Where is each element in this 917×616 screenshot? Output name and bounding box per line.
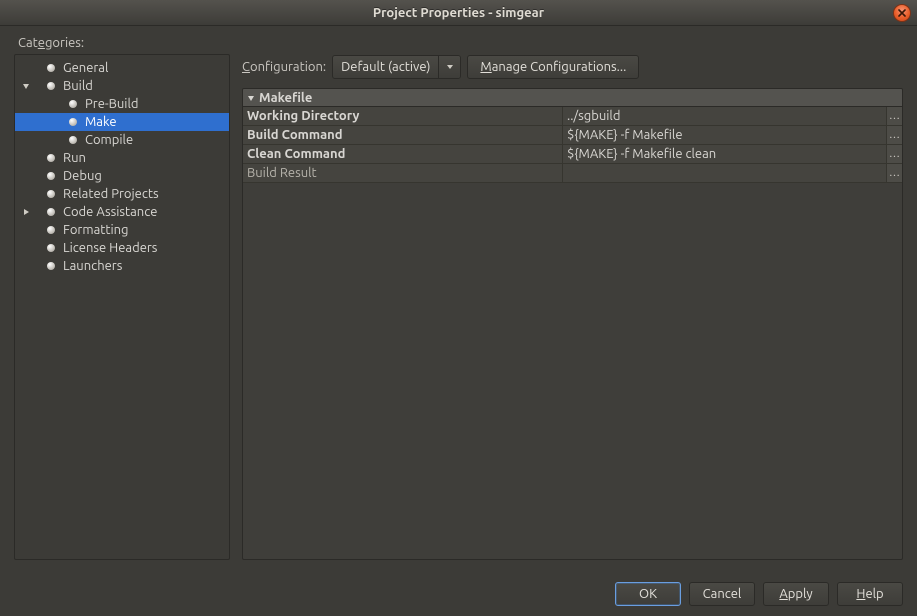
help-button[interactable]: Help — [837, 582, 903, 606]
chevron-down-icon — [245, 94, 257, 102]
combo-dropdown-button[interactable] — [438, 56, 460, 78]
configuration-label-ul: C — [242, 60, 250, 74]
ellipsis-button[interactable]: … — [886, 164, 902, 182]
bullet-icon — [69, 136, 77, 144]
tree-item-label: Debug — [63, 169, 102, 183]
chevron-down-icon — [446, 63, 454, 71]
cancel-label: Cancel — [703, 587, 742, 601]
categories-label-ul: e — [38, 36, 45, 50]
tree-item-build[interactable]: Build — [15, 77, 229, 95]
bullet-icon — [47, 262, 55, 270]
bullet-icon — [47, 172, 55, 180]
tree-item-code-assistance[interactable]: Code Assistance — [15, 203, 229, 221]
dialog-footer: OK Cancel Apply Help — [0, 570, 917, 616]
section-makefile[interactable]: Makefile — [243, 89, 902, 107]
bullet-icon — [47, 226, 55, 234]
properties-grid: Makefile Working Directory ../sgbuild … … — [242, 88, 903, 560]
tree-item-label: Related Projects — [63, 187, 159, 201]
configuration-row: Configuration: Default (active) Manage C… — [242, 54, 903, 80]
bullet-icon — [47, 244, 55, 252]
prop-working-directory[interactable]: Working Directory ../sgbuild … — [243, 107, 902, 126]
bullet-icon — [47, 208, 55, 216]
tree-item-compile[interactable]: Compile — [15, 131, 229, 149]
tree-item-label: Code Assistance — [63, 205, 157, 219]
ok-button[interactable]: OK — [615, 582, 681, 606]
help-rest: elp — [865, 587, 883, 601]
tree-item-license-headers[interactable]: License Headers — [15, 239, 229, 257]
titlebar: Project Properties - simgear — [0, 0, 917, 26]
tree-item-debug[interactable]: Debug — [15, 167, 229, 185]
window-title: Project Properties - simgear — [0, 6, 917, 20]
tree-item-pre-build[interactable]: Pre-Build — [15, 95, 229, 113]
tree-item-label: Build — [63, 79, 93, 93]
tree-item-run[interactable]: Run — [15, 149, 229, 167]
prop-value[interactable]: ${MAKE} -f Makefile clean — [563, 145, 886, 163]
ellipsis-button[interactable]: … — [886, 126, 902, 144]
prop-key: Working Directory — [243, 107, 563, 125]
categories-label-post: gories: — [45, 36, 84, 50]
chevron-down-icon[interactable] — [19, 79, 33, 93]
help-ul: H — [856, 587, 865, 601]
apply-rest: pply — [788, 587, 813, 601]
categories-tree[interactable]: General Build Pre-Build Make — [14, 54, 230, 560]
categories-label-pre: Cat — [18, 36, 38, 50]
close-button[interactable] — [893, 4, 911, 22]
manage-configurations-ul: M — [480, 60, 491, 74]
tree-item-launchers[interactable]: Launchers — [15, 257, 229, 275]
tree-item-label: Launchers — [63, 259, 122, 273]
tree-item-label: Run — [63, 151, 86, 165]
tree-item-label: Pre-Build — [85, 97, 138, 111]
prop-key: Clean Command — [243, 145, 563, 163]
ellipsis-button[interactable]: … — [886, 107, 902, 125]
prop-value[interactable] — [563, 164, 886, 182]
configuration-label-rest: onfiguration: — [250, 60, 326, 74]
bullet-icon — [69, 100, 77, 108]
manage-configurations-button[interactable]: Manage Configurations... — [467, 55, 639, 79]
prop-value[interactable]: ../sgbuild — [563, 107, 886, 125]
prop-clean-command[interactable]: Clean Command ${MAKE} -f Makefile clean … — [243, 145, 902, 164]
bullet-icon — [69, 118, 77, 126]
apply-ul: A — [779, 587, 787, 601]
cancel-button[interactable]: Cancel — [689, 582, 755, 606]
ok-label: OK — [639, 587, 657, 601]
chevron-right-icon[interactable] — [19, 205, 33, 219]
configuration-selected: Default (active) — [333, 56, 438, 78]
tree-item-label: Compile — [85, 133, 133, 147]
tree-item-formatting[interactable]: Formatting — [15, 221, 229, 239]
tree-item-label: License Headers — [63, 241, 157, 255]
prop-value[interactable]: ${MAKE} -f Makefile — [563, 126, 886, 144]
manage-configurations-rest: anage Configurations... — [492, 60, 627, 74]
prop-build-result[interactable]: Build Result … — [243, 164, 902, 183]
right-panel: Configuration: Default (active) Manage C… — [242, 54, 903, 560]
categories-label: Categories: — [18, 36, 903, 50]
tree-item-label: Make — [85, 115, 117, 129]
ellipsis-button[interactable]: … — [886, 145, 902, 163]
tree-item-general[interactable]: General — [15, 59, 229, 77]
close-icon — [898, 9, 906, 17]
tree-item-related-projects[interactable]: Related Projects — [15, 185, 229, 203]
body-row: General Build Pre-Build Make — [14, 54, 903, 560]
tree-item-label: Formatting — [63, 223, 129, 237]
bullet-icon — [47, 64, 55, 72]
tree-item-make[interactable]: Make — [15, 113, 229, 131]
tree-item-label: General — [63, 61, 108, 75]
prop-key: Build Command — [243, 126, 563, 144]
bullet-icon — [47, 82, 55, 90]
dialog-content: Categories: General Build — [0, 26, 917, 570]
bullet-icon — [47, 154, 55, 162]
configuration-combo[interactable]: Default (active) — [332, 55, 461, 79]
prop-build-command[interactable]: Build Command ${MAKE} -f Makefile … — [243, 126, 902, 145]
bullet-icon — [47, 190, 55, 198]
configuration-label: Configuration: — [242, 60, 326, 74]
apply-button[interactable]: Apply — [763, 582, 829, 606]
prop-key: Build Result — [243, 164, 563, 182]
section-title: Makefile — [259, 91, 312, 105]
